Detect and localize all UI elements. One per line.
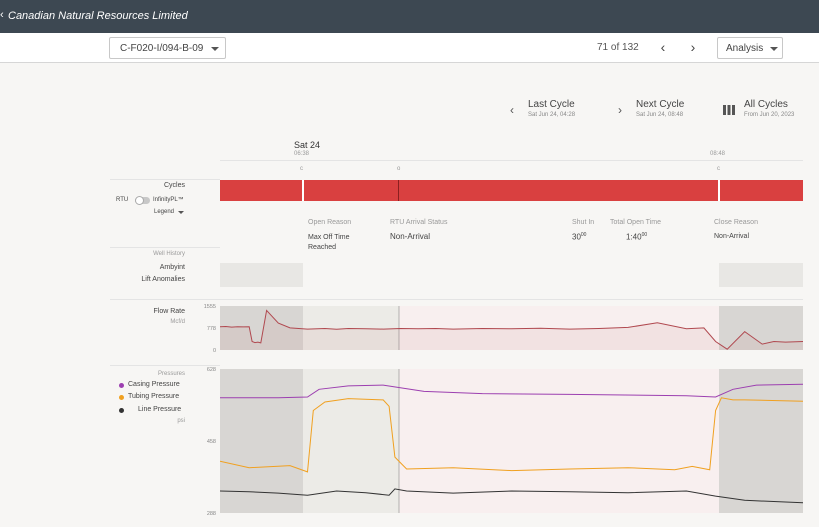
last-cycle-button[interactable]: Last Cycle	[528, 99, 575, 110]
chevron-down-icon	[770, 47, 778, 51]
close-reason-label: Close Reason	[714, 219, 758, 226]
history-off-band-1	[220, 263, 303, 287]
chevron-down-icon	[211, 47, 219, 51]
open-reason-label: Open Reason	[308, 219, 352, 226]
y-tick-label: 288	[207, 511, 216, 516]
casing-legend-label: Casing Pressure	[128, 381, 180, 388]
well-select-value: C-F020-I/094-B-09	[120, 43, 204, 54]
all-cycles-icon[interactable]	[723, 105, 735, 115]
y-tick-label: 0	[213, 348, 216, 353]
history-off-band-2	[719, 263, 803, 287]
y-tick-label: 458	[207, 439, 216, 445]
timeline-axis	[220, 160, 803, 161]
cycle-bar[interactable]	[220, 180, 803, 201]
cycle-counter: 71 of 132	[597, 42, 639, 53]
pressures-label: Pressures	[157, 371, 185, 377]
timeline-start-time: 06:38	[294, 151, 310, 157]
off-period-band	[719, 369, 803, 513]
next-cycle-time: Sat Jun 24, 08:48	[636, 112, 684, 118]
previous-button[interactable]: ‹	[656, 39, 670, 55]
flow-rate-unit: Mcf/d	[170, 319, 185, 325]
marker-close-1: c	[300, 166, 303, 172]
chevron-down-icon	[178, 211, 184, 214]
flow-rate-axis: 0 778 1555	[204, 304, 216, 353]
all-cycles-date: From Jun 20, 2023	[744, 112, 795, 118]
cycles-label: Cycles	[163, 182, 185, 189]
shut-in-label: Shut In	[572, 219, 595, 226]
flow-rate-label: Flow Rate	[153, 308, 185, 315]
timeline-date: Sat 24	[294, 140, 321, 150]
app-title: Canadian Natural Resources Limited	[8, 10, 188, 22]
source-toggle[interactable]	[135, 196, 150, 205]
open-reason-value: Max Off Time Reached	[308, 234, 350, 251]
next-button[interactable]: ›	[686, 39, 700, 55]
app-header: ‹ Canadian Natural Resources Limited	[0, 0, 819, 33]
last-cycle-chevron-icon[interactable]: ‹	[510, 103, 514, 117]
total-open-label: Total Open Time	[610, 219, 661, 226]
line-legend-dot	[119, 408, 124, 413]
pressure-axis: 288 458 628	[207, 367, 216, 516]
pressure-chart	[220, 369, 803, 513]
last-cycle-time: Sat Jun 24, 04:28	[528, 112, 576, 118]
tubing-legend-dot	[119, 395, 124, 400]
marker-open: o	[397, 166, 401, 172]
ambyint-label: Ambyint	[159, 264, 185, 271]
next-cycle-chevron-icon[interactable]: ›	[618, 103, 622, 117]
marker-close-2: c	[717, 166, 720, 172]
well-history-label: Well History	[153, 251, 185, 257]
line-legend-label: Line Pressure	[138, 406, 182, 413]
y-tick-label: 1555	[204, 304, 216, 310]
pressure-unit: psi	[177, 418, 185, 424]
legend-button[interactable]: Legend	[154, 209, 174, 215]
rtu-label: RTU	[116, 197, 129, 203]
timeline-end-time: 08:48	[710, 151, 726, 157]
casing-legend-dot	[119, 383, 124, 388]
shut-in-value: 3000	[572, 232, 587, 242]
close-reason-value: Non-Arrival	[714, 233, 750, 240]
analysis-dropdown[interactable]: Analysis	[717, 37, 783, 59]
flow-rate-chart	[220, 306, 803, 350]
y-tick-label: 628	[207, 367, 216, 373]
well-select[interactable]: C-F020-I/094-B-09	[109, 37, 226, 59]
y-tick-label: 778	[207, 326, 216, 332]
all-cycles-button[interactable]: All Cycles	[744, 99, 788, 110]
next-cycle-button[interactable]: Next Cycle	[636, 99, 684, 110]
tubing-legend-label: Tubing Pressure	[128, 393, 180, 400]
toolbar: C-F020-I/094-B-09 71 of 132 ‹ › Analysis	[0, 33, 819, 63]
rtu-status-label: RTU Arrival Status	[390, 219, 448, 226]
infinity-label: InfinityPL™	[153, 197, 184, 203]
total-open-value: 1:4000	[626, 232, 648, 242]
toggle-knob	[135, 196, 144, 205]
lift-anomalies-label: Lift Anomalies	[141, 276, 185, 283]
rtu-status-value: Non-Arrival	[390, 232, 431, 241]
analysis-label: Analysis	[726, 43, 764, 54]
back-chevron-icon[interactable]: ‹	[0, 9, 4, 21]
